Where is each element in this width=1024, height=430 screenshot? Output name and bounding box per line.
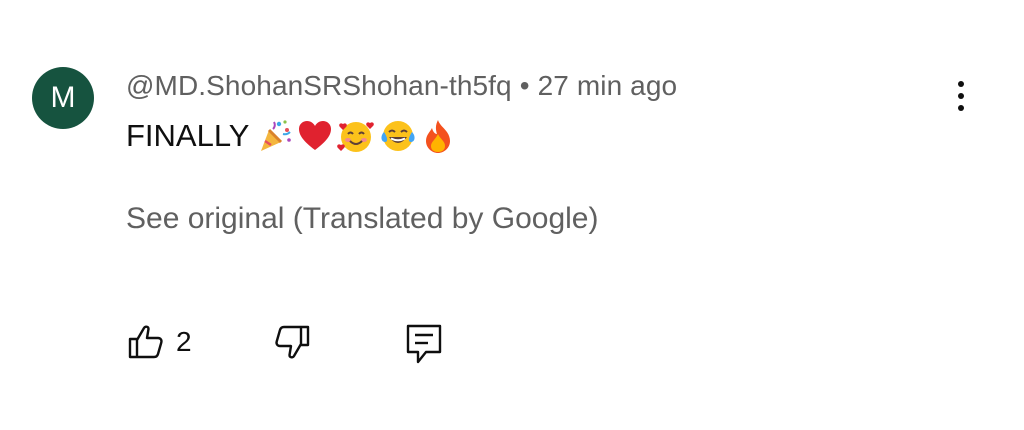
- meta-separator: •: [519, 70, 530, 101]
- menu-dot: [958, 105, 964, 111]
- more-vert-icon[interactable]: [944, 72, 978, 120]
- like-button[interactable]: 2: [126, 322, 192, 362]
- avatar[interactable]: M: [32, 67, 94, 129]
- menu-dot: [958, 93, 964, 99]
- party-popper-icon: [261, 120, 292, 151]
- like-count: 2: [176, 326, 192, 357]
- smiling-face-with-hearts-icon: [337, 121, 375, 152]
- thumbs-down-icon: [275, 325, 310, 359]
- fire-icon: [426, 119, 451, 153]
- comment-meta: @MD.ShohanSRShohan-th5fq • 27 min ago: [126, 70, 677, 102]
- reply-button[interactable]: [404, 322, 444, 366]
- thumbs-up-icon: [128, 325, 163, 359]
- comment-body: FINALLY: [126, 118, 455, 156]
- reply-comment-icon: [406, 324, 442, 364]
- comment-card: M @MD.ShohanSRShohan-th5fq • 27 min ago FI…: [0, 0, 1024, 430]
- dislike-button[interactable]: [272, 322, 312, 362]
- tears-of-joy-icon: [381, 120, 416, 151]
- comment-timestamp[interactable]: 27 min ago: [538, 70, 678, 101]
- red-heart-icon: [299, 120, 332, 150]
- comment-text: FINALLY: [126, 118, 250, 153]
- see-original-link[interactable]: See original (Translated by Google): [126, 202, 598, 236]
- author-handle[interactable]: @MD.ShohanSRShohan-th5fq: [126, 70, 512, 101]
- menu-dot: [958, 81, 964, 87]
- comment-emojis: [257, 118, 455, 154]
